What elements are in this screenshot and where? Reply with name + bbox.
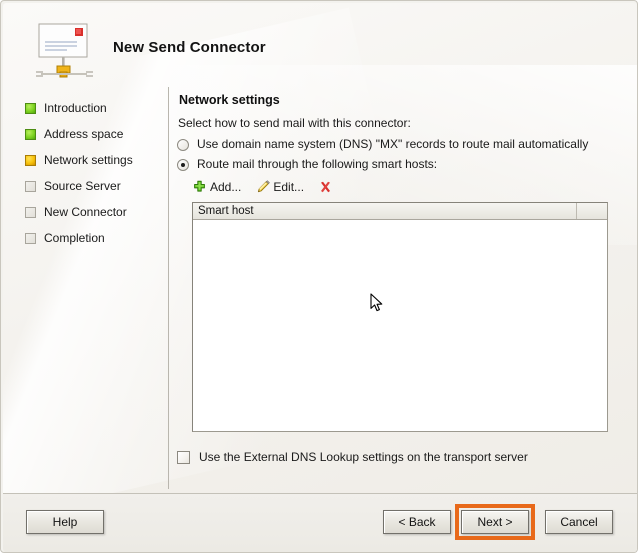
column-header-smart-host[interactable]: Smart host: [193, 203, 578, 219]
sidebar-step-address-space: Address space: [25, 125, 123, 143]
smart-host-toolbar: Add... Edit...: [192, 177, 336, 197]
step-status-icon-done: [25, 102, 36, 114]
delete-smart-host-button[interactable]: [318, 180, 336, 195]
help-button[interactable]: Help: [26, 510, 104, 534]
sidebar-step-source-server: Source Server: [25, 177, 121, 195]
wizard-steps-sidebar: Introduction Address space Network setti…: [3, 89, 169, 489]
wizard-window: New Send Connector Introduction Address …: [0, 0, 638, 553]
step-status-icon-pending: [25, 180, 36, 192]
sidebar-step-label: New Connector: [44, 205, 127, 219]
smart-host-list-body[interactable]: [193, 220, 607, 431]
next-button[interactable]: Next >: [461, 510, 529, 534]
sidebar-step-introduction: Introduction: [25, 99, 107, 117]
step-status-icon-pending: [25, 206, 36, 218]
edit-smart-host-label: Edit...: [273, 180, 305, 194]
sidebar-step-network-settings: Network settings: [25, 151, 133, 169]
pencil-icon: [255, 179, 271, 195]
step-status-icon-done: [25, 128, 36, 140]
smart-host-list-header: Smart host: [193, 203, 607, 220]
edit-smart-host-button[interactable]: Edit...: [255, 179, 305, 195]
radio-label-smart-hosts: Route mail through the following smart h…: [197, 157, 438, 171]
add-smart-host-button[interactable]: Add...: [192, 180, 241, 195]
plus-icon: [192, 180, 207, 195]
sidebar-step-label: Completion: [44, 231, 105, 245]
column-header-extra[interactable]: [577, 203, 607, 219]
step-status-icon-current: [25, 154, 36, 166]
radio-button-dns-mx[interactable]: [177, 139, 189, 151]
wizard-footer: Help < Back Next > Cancel: [3, 494, 637, 552]
radio-label-dns-mx: Use domain name system (DNS) "MX" record…: [197, 137, 589, 151]
radio-button-smart-hosts[interactable]: [177, 159, 189, 171]
send-connector-icon: [31, 21, 99, 83]
external-dns-label: Use the External DNS Lookup settings on …: [199, 450, 528, 464]
radio-option-dns-mx[interactable]: Use domain name system (DNS) "MX" record…: [177, 137, 588, 151]
wizard-window-body: New Send Connector Introduction Address …: [3, 3, 637, 552]
page-title: New Send Connector: [113, 39, 266, 56]
sidebar-step-completion: Completion: [25, 229, 105, 247]
radio-option-smart-hosts[interactable]: Route mail through the following smart h…: [177, 157, 437, 171]
sidebar-step-label: Introduction: [44, 101, 107, 115]
wizard-header: New Send Connector: [3, 3, 637, 89]
section-description: Select how to send mail with this connec…: [178, 116, 411, 130]
step-status-icon-pending: [25, 232, 36, 244]
wizard-content-pane: Network settings Select how to send mail…: [169, 89, 637, 489]
sidebar-step-label: Network settings: [44, 153, 133, 167]
sidebar-step-label: Source Server: [44, 179, 121, 193]
cancel-button[interactable]: Cancel: [545, 510, 613, 534]
red-x-icon: [318, 180, 333, 195]
add-smart-host-label: Add...: [210, 180, 242, 194]
section-title: Network settings: [179, 93, 280, 107]
back-button[interactable]: < Back: [383, 510, 451, 534]
smart-host-listbox[interactable]: Smart host: [192, 202, 608, 432]
sidebar-step-new-connector: New Connector: [25, 203, 127, 221]
external-dns-option[interactable]: Use the External DNS Lookup settings on …: [177, 450, 528, 464]
sidebar-step-label: Address space: [44, 127, 124, 141]
external-dns-checkbox[interactable]: [177, 450, 190, 464]
